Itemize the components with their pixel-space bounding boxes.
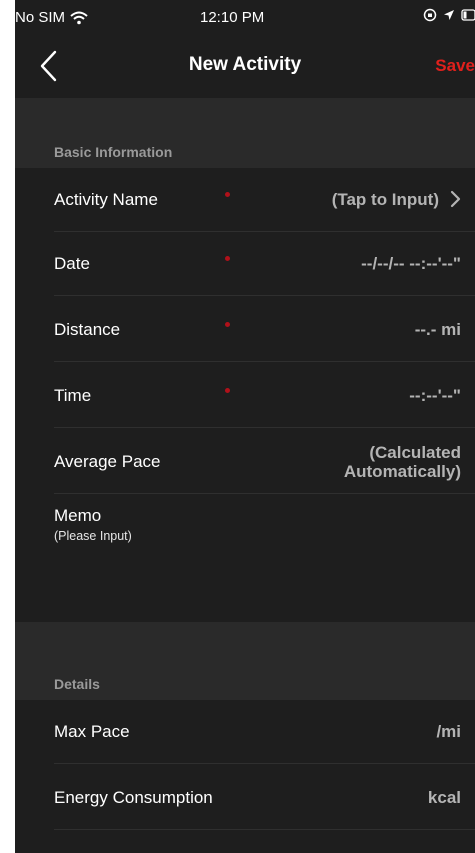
carrier-group: No SIM — [15, 9, 88, 26]
location-arrow-icon — [444, 10, 454, 20]
memo-field[interactable]: Memo (Please Input) — [15, 494, 475, 622]
date-value: --/--/-- --:--'--" — [361, 254, 461, 273]
save-button[interactable]: Save — [435, 56, 475, 76]
distance-row[interactable]: Distance --.- mi — [15, 298, 475, 362]
energy-consumption-label: Energy Consumption — [54, 788, 213, 807]
required-indicator — [225, 256, 230, 261]
activity-name-value: (Tap to Input) — [331, 190, 439, 209]
row-divider — [54, 763, 475, 764]
date-row[interactable]: Date --/--/-- --:--'--" — [15, 232, 475, 296]
time-row[interactable]: Time --:--'--" — [15, 364, 475, 428]
status-icons — [423, 8, 475, 22]
max-pace-value: /mi — [436, 722, 461, 741]
max-pace-row[interactable]: Max Pace /mi — [15, 700, 475, 764]
orientation-lock-icon — [423, 8, 437, 22]
required-indicator — [225, 388, 230, 393]
date-label: Date — [54, 254, 90, 273]
required-indicator — [225, 192, 230, 197]
section-spacer — [15, 98, 475, 136]
row-divider — [54, 295, 475, 296]
time-value: --:--'--" — [409, 386, 461, 405]
row-divider — [54, 427, 475, 428]
row-divider — [54, 361, 475, 362]
distance-label: Distance — [54, 320, 121, 339]
app-screen: No SIM 12:10 PM New Activity Save Basic … — [15, 0, 475, 853]
page-title: New Activity — [188, 54, 302, 75]
battery-icon — [461, 9, 475, 21]
memo-placeholder: (Please Input) — [54, 529, 132, 543]
average-pace-label: Average Pace — [54, 452, 161, 471]
energy-consumption-row[interactable]: Energy Consumption kcal — [15, 766, 475, 830]
memo-label: Memo — [54, 506, 102, 525]
energy-consumption-value: kcal — [427, 788, 461, 807]
section-title: Details — [54, 676, 100, 692]
section-spacer — [15, 622, 475, 668]
required-indicator — [225, 322, 230, 327]
distance-value: --.- mi — [414, 320, 461, 339]
section-header-details: Details — [15, 668, 475, 700]
carrier-label: No SIM — [15, 9, 66, 26]
navigation-bar: New Activity Save — [15, 34, 475, 98]
average-pace-row: Average Pace (Calculated Automatically) — [15, 430, 475, 494]
wifi-icon — [70, 11, 88, 24]
status-bar: No SIM 12:10 PM — [15, 0, 475, 34]
status-time: 12:10 PM — [200, 9, 265, 26]
average-pace-value: (Calculated Automatically) — [344, 443, 461, 481]
chevron-right-icon — [450, 190, 461, 208]
section-header-basic-information: Basic Information — [15, 136, 475, 168]
section-title: Basic Information — [54, 144, 173, 160]
activity-name-label: Activity Name — [54, 190, 158, 209]
average-pace-value-line2: Automatically) — [343, 462, 461, 481]
average-pace-value-line1: (Calculated — [369, 443, 461, 462]
max-pace-label: Max Pace — [54, 722, 130, 741]
row-divider — [54, 829, 475, 830]
time-label: Time — [54, 386, 92, 405]
activity-name-row[interactable]: Activity Name (Tap to Input) — [15, 168, 475, 232]
